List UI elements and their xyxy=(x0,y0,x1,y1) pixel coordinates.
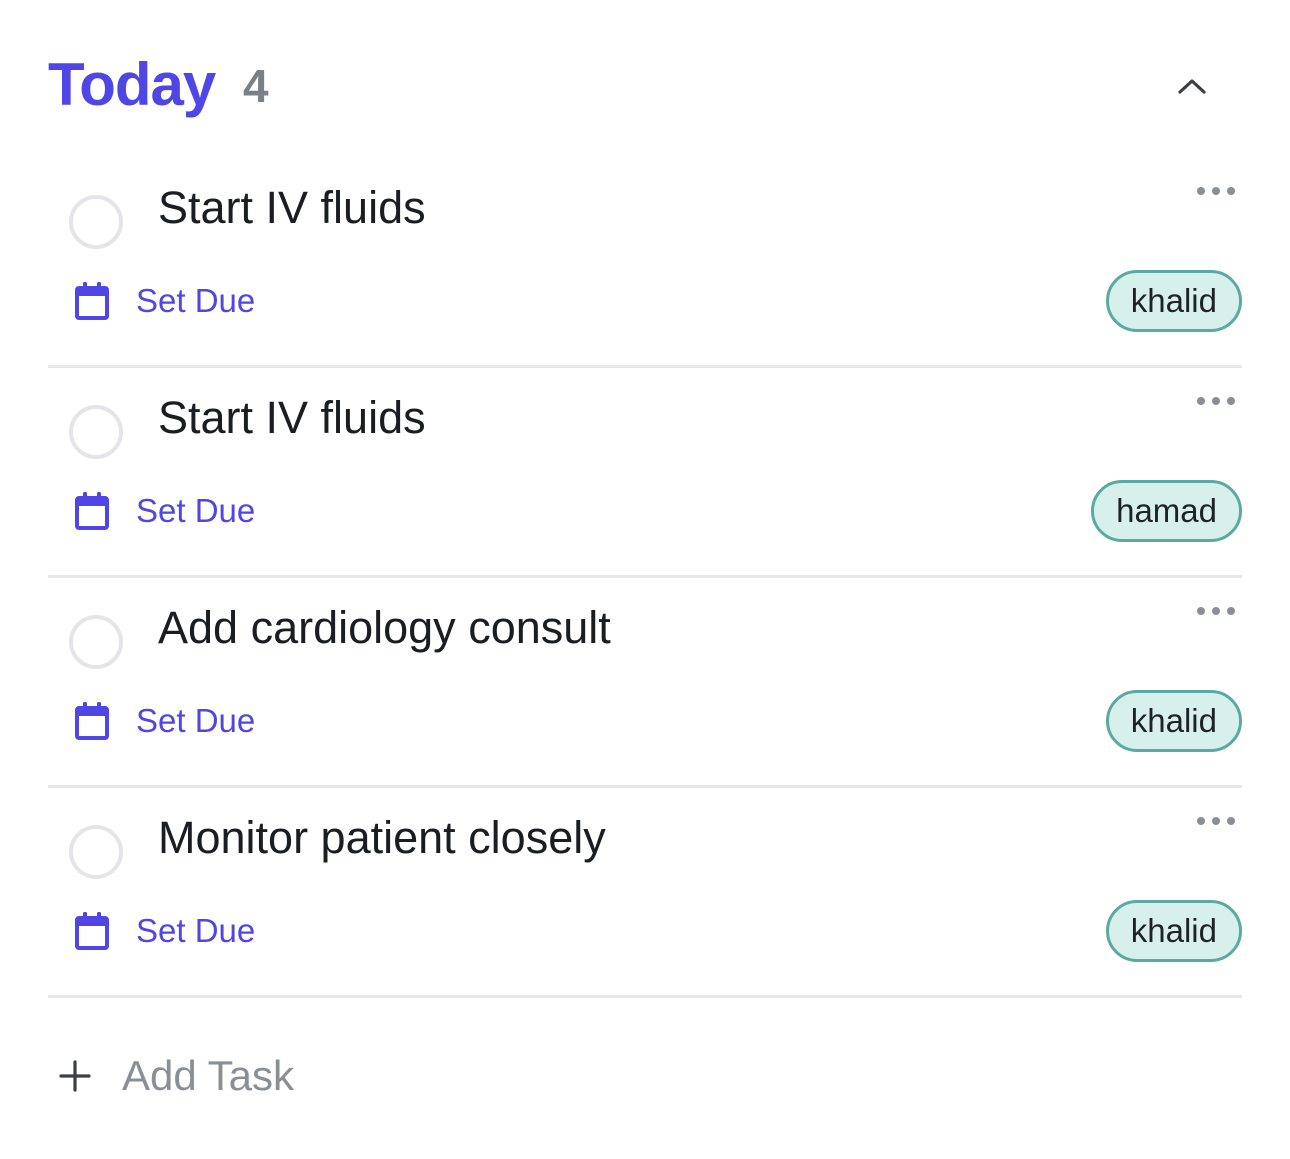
calendar-icon xyxy=(75,282,109,320)
more-dot-icon xyxy=(1227,817,1235,825)
add-task-label: Add Task xyxy=(122,1052,294,1099)
task-title[interactable]: Monitor patient closely xyxy=(158,810,606,866)
assignee-tag[interactable]: hamad xyxy=(1091,480,1242,542)
more-dot-icon xyxy=(1197,187,1205,195)
task-item: Start IV fluids Set Due hamad xyxy=(48,368,1242,578)
task-title[interactable]: Start IV fluids xyxy=(158,180,426,236)
calendar-icon xyxy=(75,492,109,530)
set-due-button[interactable]: Set Due xyxy=(74,280,255,322)
more-dot-icon xyxy=(1212,397,1220,405)
calendar-icon xyxy=(75,702,109,740)
assignee-tag[interactable]: khalid xyxy=(1105,690,1242,752)
task-section: Today 4 Start IV fluids Set Due khalid S… xyxy=(48,0,1242,1159)
more-dot-icon xyxy=(1197,397,1205,405)
more-dot-icon xyxy=(1197,607,1205,615)
more-options-button[interactable] xyxy=(1194,390,1238,412)
task-title[interactable]: Add cardiology consult xyxy=(158,600,611,656)
set-due-label: Set Due xyxy=(136,492,256,529)
complete-checkbox[interactable] xyxy=(69,195,123,249)
section-header: Today 4 xyxy=(48,48,1242,124)
task-count: 4 xyxy=(243,60,269,112)
more-options-button[interactable] xyxy=(1194,810,1238,832)
more-dot-icon xyxy=(1212,187,1220,195)
calendar-icon xyxy=(75,912,109,950)
task-item: Monitor patient closely Set Due khalid xyxy=(48,788,1242,998)
more-dot-icon xyxy=(1227,397,1235,405)
complete-checkbox[interactable] xyxy=(69,405,123,459)
complete-checkbox[interactable] xyxy=(69,615,123,669)
assignee-tag[interactable]: khalid xyxy=(1105,900,1242,962)
assignee-tag[interactable]: khalid xyxy=(1105,270,1242,332)
add-task-button[interactable]: Add Task xyxy=(58,1052,294,1100)
task-item: Start IV fluids Set Due khalid xyxy=(48,158,1242,368)
more-dot-icon xyxy=(1197,817,1205,825)
more-dot-icon xyxy=(1227,187,1235,195)
set-due-button[interactable]: Set Due xyxy=(74,490,255,532)
set-due-button[interactable]: Set Due xyxy=(74,700,255,742)
set-due-label: Set Due xyxy=(136,282,256,319)
complete-checkbox[interactable] xyxy=(69,825,123,879)
set-due-label: Set Due xyxy=(136,702,256,739)
section-title: Today xyxy=(48,51,216,118)
more-dot-icon xyxy=(1212,817,1220,825)
plus-icon xyxy=(59,1060,91,1092)
task-item: Add cardiology consult Set Due khalid xyxy=(48,578,1242,788)
collapse-button[interactable] xyxy=(1172,68,1212,104)
more-options-button[interactable] xyxy=(1194,180,1238,202)
more-dot-icon xyxy=(1212,607,1220,615)
more-options-button[interactable] xyxy=(1194,600,1238,622)
task-title[interactable]: Start IV fluids xyxy=(158,390,426,446)
more-dot-icon xyxy=(1227,607,1235,615)
chevron-up-icon xyxy=(1178,79,1206,94)
set-due-label: Set Due xyxy=(136,912,256,949)
set-due-button[interactable]: Set Due xyxy=(74,910,255,952)
